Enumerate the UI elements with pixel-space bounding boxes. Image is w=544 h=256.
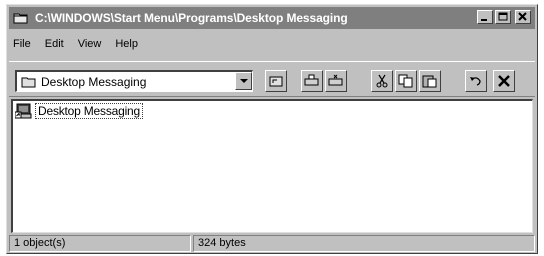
copy-button[interactable] bbox=[395, 70, 417, 92]
list-item-label: Desktop Messaging bbox=[35, 103, 143, 119]
delete-icon bbox=[498, 75, 510, 87]
file-list[interactable]: Desktop Messaging bbox=[11, 99, 533, 233]
explorer-window: C:\WINDOWS\Start Menu\Programs\Desktop M… bbox=[6, 4, 538, 254]
delete-button[interactable] bbox=[493, 70, 515, 92]
chevron-down-icon[interactable] bbox=[235, 72, 252, 90]
title-bar[interactable]: C:\WINDOWS\Start Menu\Programs\Desktop M… bbox=[9, 7, 535, 29]
menu-view[interactable]: View bbox=[78, 38, 102, 50]
window-title: C:\WINDOWS\Start Menu\Programs\Desktop M… bbox=[35, 11, 348, 25]
folder-icon bbox=[21, 76, 37, 88]
up-one-level-button[interactable] bbox=[265, 70, 287, 92]
folder-icon bbox=[13, 11, 29, 25]
undo-icon bbox=[470, 77, 481, 86]
menu-file[interactable]: File bbox=[13, 38, 31, 50]
toolbar: Desktop Messaging bbox=[9, 61, 535, 97]
map-drive-icon bbox=[304, 74, 319, 86]
map-drive-button[interactable] bbox=[301, 70, 323, 92]
cut-icon bbox=[376, 74, 388, 88]
disconnect-icon bbox=[328, 74, 343, 86]
menu-edit[interactable]: Edit bbox=[45, 38, 64, 50]
undo-button[interactable] bbox=[465, 70, 487, 92]
shortcut-icon bbox=[14, 103, 33, 119]
menu-bar: File Edit View Help bbox=[13, 35, 138, 53]
paste-button[interactable] bbox=[419, 70, 441, 92]
close-icon[interactable] bbox=[515, 10, 531, 24]
menu-help[interactable]: Help bbox=[115, 38, 138, 50]
minimize-icon[interactable] bbox=[477, 10, 493, 24]
paste-icon bbox=[422, 75, 437, 88]
cut-button[interactable] bbox=[371, 70, 393, 92]
list-item[interactable]: Desktop Messaging bbox=[14, 103, 143, 119]
copy-icon bbox=[398, 74, 413, 88]
address-value: Desktop Messaging bbox=[41, 74, 147, 89]
status-objects: 1 object(s) bbox=[9, 235, 191, 252]
up-one-level-icon bbox=[269, 76, 283, 87]
disconnect-button[interactable] bbox=[325, 70, 347, 92]
status-size: 324 bytes bbox=[193, 235, 535, 252]
address-combo[interactable]: Desktop Messaging bbox=[15, 70, 253, 92]
maximize-icon[interactable] bbox=[495, 10, 511, 24]
status-bar: 1 object(s) 324 bytes bbox=[9, 235, 535, 253]
